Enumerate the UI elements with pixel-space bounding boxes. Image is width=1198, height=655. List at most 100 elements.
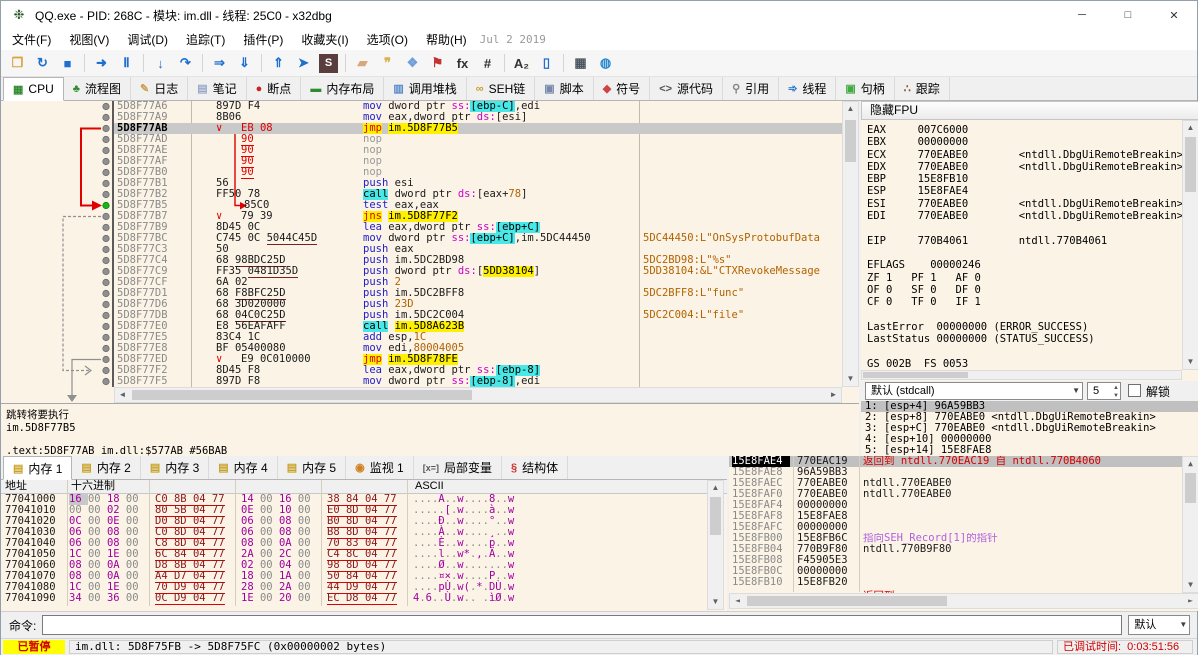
disasm-row[interactable]: 5D8F77F5 897D F8 mov dword ptr ss:[ebp-8],… [1, 376, 859, 387]
labels-button[interactable]: ❖ [400, 52, 425, 75]
register-row[interactable]: ESI 770EABE0 <ntdll.DbgUiRemoteBreakin> [867, 198, 1182, 210]
stack-row[interactable]: 15E8FB10 15E8FB20 [729, 577, 1198, 588]
calling-convention-select[interactable]: 默认 (stdcall) ▼ [865, 382, 1083, 400]
disasm-vscrollbar[interactable]: ▲ ▼ [842, 101, 859, 387]
tab-memory-map[interactable]: ▬ 内存布局 [301, 77, 385, 100]
dump-rows[interactable]: 77041000 16 00 18 00 C0 8B 04 77 14 00 16 0… [1, 494, 707, 606]
scylla-button[interactable]: S [319, 53, 338, 73]
bookmarks-button[interactable]: ⚑ [425, 52, 450, 75]
argument-row[interactable]: 1: [esp+4] 96A59BB3 [861, 401, 1198, 412]
register-row[interactable]: EBX 00000000 [867, 136, 1182, 148]
step-into-button[interactable]: ↓ [148, 52, 173, 75]
register-row[interactable] [867, 308, 1182, 320]
spin-up-icon[interactable]: ▲ [1113, 384, 1119, 392]
tab-locals[interactable]: [x=] 局部变量 [414, 456, 503, 479]
argument-row[interactable]: 5: [esp+14] 15E8FAE8 [861, 445, 1198, 456]
tab-notes[interactable]: ▤ 笔记 [188, 77, 247, 100]
disassembly-panel[interactable]: 5D8F77A6 897D F4 mov dword ptr ss:[ebp-C],… [1, 101, 859, 403]
argument-row[interactable]: 3: [esp+C] 770EABE0 <ntdll.DbgUiRemoteBr… [861, 423, 1198, 434]
comments-button[interactable]: ❞ [375, 52, 400, 75]
register-row[interactable]: EFLAGS 00000246 [867, 259, 1182, 271]
dump-vscrollbar[interactable]: ▲ ▼ [707, 480, 724, 610]
argument-row[interactable]: 4: [esp+10] 00000000 [861, 434, 1198, 445]
command-input[interactable] [42, 615, 1123, 635]
unlock-checkbox[interactable] [1128, 384, 1141, 397]
tab-trace[interactable]: ∴ 跟踪 [895, 77, 950, 100]
tab-references[interactable]: ⚲ 引用 [723, 77, 780, 100]
minimize-button[interactable]: ─ [1059, 1, 1105, 29]
tab-handles[interactable]: ▣ 句柄 [836, 77, 895, 100]
tab-threads[interactable]: ➾ 线程 [779, 77, 837, 100]
register-row[interactable]: ECX 770EABE0 <ntdll.DbgUiRemoteBreakin> [867, 149, 1182, 161]
tab-cpu[interactable]: ▦ CPU [3, 77, 64, 101]
pause-button[interactable]: Ⅱ [114, 52, 139, 75]
tab-watch-1[interactable]: ◉ 监视 1 [346, 456, 414, 479]
execute-till-return-button[interactable]: ⇓ [232, 52, 257, 75]
arguments-list[interactable]: 1: [esp+4] 96A59BB3 2: [esp+8] 770EABE0 <… [861, 401, 1198, 456]
menu-item[interactable]: 帮助(H) [417, 28, 476, 51]
tab-dump-3[interactable]: ▤ 内存 3 [141, 456, 210, 479]
register-row[interactable]: EDI 770EABE0 <ntdll.DbgUiRemoteBreakin> [867, 210, 1182, 222]
hide-fpu-button[interactable]: 隐藏FPU [861, 101, 1198, 120]
tab-dump-4[interactable]: ▤ 内存 4 [209, 456, 278, 479]
tab-script[interactable]: ▣ 脚本 [535, 77, 594, 100]
register-row[interactable]: EBP 15E8FB10 [867, 173, 1182, 185]
registers-list[interactable]: EAX 007C6000 EBX 00000000 ECX 770EABE0 <nt… [861, 120, 1182, 370]
register-row[interactable]: EDX 770EABE0 <ntdll.DbgUiRemoteBreakin> [867, 161, 1182, 173]
register-row[interactable]: EAX 007C6000 [867, 124, 1182, 136]
tab-struct[interactable]: § 结构体 [502, 456, 569, 479]
menu-item[interactable]: 视图(V) [60, 28, 118, 51]
internet-button[interactable]: ◍ [593, 52, 618, 75]
tab-dump-5[interactable]: ▤ 内存 5 [278, 456, 347, 479]
disasm-hscrollbar[interactable]: ◄ ► [114, 387, 842, 403]
register-row[interactable] [867, 345, 1182, 357]
stop-button[interactable]: ■ [55, 52, 80, 75]
tab-dump-2[interactable]: ▤ 内存 2 [72, 456, 141, 479]
step-out-button[interactable]: ⇑ [266, 52, 291, 75]
register-row[interactable]: ZF 1 PF 1 AF 0 [867, 272, 1182, 284]
argument-row[interactable]: 2: [esp+8] 770EABE0 <ntdll.DbgUiRemoteBr… [861, 412, 1198, 423]
tab-log[interactable]: ✎ 日志 [131, 77, 189, 100]
register-row[interactable] [867, 222, 1182, 234]
hash-button[interactable]: # [475, 52, 500, 75]
register-row[interactable]: LastError 00000000 (ERROR_SUCCESS) [867, 321, 1182, 333]
stack-vscrollbar[interactable]: ▲ ▼ [1182, 456, 1198, 593]
argument-count-stepper[interactable]: 5 ▲ ▼ [1087, 382, 1121, 400]
menu-item[interactable]: 调试(D) [118, 28, 177, 51]
modules-button[interactable]: ▯ [534, 52, 559, 75]
functions-button[interactable]: fx [450, 52, 475, 75]
tab-source[interactable]: <> 源代码 [650, 77, 724, 100]
calculator-button[interactable]: ▦ [568, 52, 593, 75]
patches-button[interactable]: ▰ [350, 52, 375, 75]
tab-symbols[interactable]: ◆ 符号 [594, 77, 651, 100]
step-over-button[interactable]: ↷ [173, 52, 198, 75]
menu-item[interactable]: 插件(P) [234, 28, 292, 51]
spin-down-icon[interactable]: ▼ [1113, 392, 1119, 400]
register-row[interactable]: EIP 770B4061 ntdll.770B4061 [867, 235, 1182, 247]
command-profile-select[interactable]: 默认 ▼ [1128, 615, 1191, 635]
menu-item[interactable]: 选项(O) [358, 28, 417, 51]
registers-vscrollbar[interactable]: ▲ ▼ [1182, 120, 1198, 370]
registers-hscrollbar[interactable] [861, 370, 1182, 380]
tab-call-stack[interactable]: ▥ 调用堆栈 [384, 77, 467, 100]
dump-row[interactable]: 77041090 34 00 36 00 0C D9 04 77 1E 00 20 0… [1, 593, 707, 605]
maximize-button[interactable]: □ [1105, 1, 1151, 29]
tab-graph[interactable]: ♣ 流程图 [64, 77, 131, 100]
register-row[interactable]: CF 0 TF 0 IF 1 [867, 296, 1182, 308]
register-row[interactable]: OF 0 SF 0 DF 0 [867, 284, 1182, 296]
register-row[interactable]: GS 002B FS 0053 [867, 358, 1182, 370]
stack-hscrollbar[interactable]: ◄ ► [729, 593, 1198, 609]
stack-rows[interactable]: 15E8FAE4 770EAC19 返回到 ntdll.770EAC19 自 ntd… [729, 456, 1198, 588]
tab-dump-1[interactable]: ▤ 内存 1 [3, 456, 73, 480]
run-to-user-code-button[interactable]: ➤ [291, 52, 316, 75]
ascii-table-button[interactable]: A₂ [509, 52, 534, 75]
close-button[interactable]: ✕ [1151, 1, 1197, 29]
run-to-selection-button[interactable]: ⇒ [207, 52, 232, 75]
register-row[interactable]: ESP 15E8FAE4 [867, 185, 1182, 197]
title-bar[interactable]: ❉ QQ.exe - PID: 268C - 模块: im.dll - 线程: … [1, 1, 1197, 29]
restart-button[interactable]: ↻ [30, 52, 55, 75]
tab-seh-chain[interactable]: ∞ SEH链 [467, 77, 536, 100]
menu-item[interactable]: 追踪(T) [177, 28, 234, 51]
open-file-button[interactable]: ❒ [5, 52, 30, 75]
register-row[interactable] [867, 247, 1182, 259]
